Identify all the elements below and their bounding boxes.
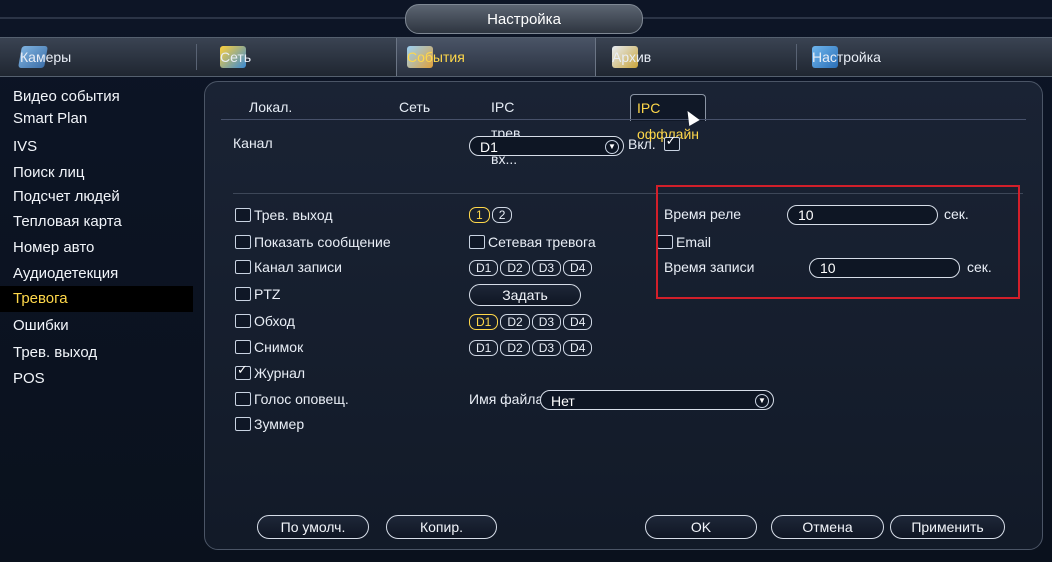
voice-option[interactable]: Голос оповещ.	[235, 391, 349, 407]
sidebar-item-pos[interactable]: POS	[0, 366, 193, 392]
log-checkbox[interactable]	[235, 362, 251, 381]
show-message-checkbox[interactable]	[235, 235, 251, 250]
alarm-out-chips: 12	[469, 206, 514, 224]
tour-chips: D1 D2 D3 D4	[469, 313, 594, 331]
enable-toggle[interactable]: Вкл.	[628, 133, 683, 152]
tab-events[interactable]: События	[396, 38, 596, 76]
alarm-out-chip-1[interactable]: 1	[469, 206, 490, 223]
network-alarm-option[interactable]: Сетевая тревога	[469, 234, 596, 250]
top-nav: Камеры Сеть События Архив Настройка	[0, 37, 1052, 77]
snapshot-chips: D1 D2 D3 D4	[469, 339, 594, 357]
channel-label: Канал	[233, 135, 273, 151]
cancel-button[interactable]: Отмена	[771, 515, 884, 539]
sidebar-item-errors[interactable]: Ошибки	[0, 313, 193, 339]
content-panel	[204, 81, 1043, 550]
tab-archive[interactable]: Архив	[612, 38, 782, 76]
tour-checkbox[interactable]	[235, 314, 251, 329]
tab-separator	[796, 44, 797, 70]
subtab-underline	[221, 119, 1026, 120]
snapshot-chip-d3[interactable]: D3	[531, 339, 562, 356]
buzzer-checkbox[interactable]	[235, 417, 251, 432]
sidebar-item-alarm[interactable]: Тревога	[0, 286, 193, 312]
alarm-out-chip-2[interactable]: 2	[491, 206, 513, 223]
show-message-option[interactable]: Показать сообщение	[235, 234, 391, 250]
app-window: Настройка Камеры Сеть События Архив Наст…	[0, 0, 1052, 562]
alarm-out-checkbox[interactable]	[235, 208, 251, 223]
snapshot-checkbox[interactable]	[235, 340, 251, 355]
record-channel-option[interactable]: Канал записи	[235, 259, 342, 275]
chevron-down-icon: ▼	[605, 140, 619, 154]
filename-label: Имя файла	[469, 391, 544, 407]
tour-chip-d1[interactable]: D1	[469, 313, 499, 330]
ok-button[interactable]: OK	[645, 515, 757, 539]
tab-separator	[196, 44, 197, 70]
copy-button[interactable]: Копир.	[386, 515, 497, 539]
apply-button[interactable]: Применить	[890, 515, 1005, 539]
tour-chip-d2[interactable]: D2	[500, 313, 530, 330]
record-chip-d2[interactable]: D2	[500, 259, 530, 276]
sidebar-item-heat-map[interactable]: Тепловая карта	[0, 209, 193, 235]
channel-select[interactable]: D1 ▼	[469, 136, 624, 156]
snapshot-option[interactable]: Снимок	[235, 339, 303, 355]
enable-checkbox[interactable]	[663, 133, 680, 152]
record-channel-chips: D1 D2 D3 D4	[469, 259, 594, 277]
ptz-option[interactable]: PTZ	[235, 286, 280, 302]
highlight-box	[656, 185, 1020, 299]
sidebar-item-face-search[interactable]: Поиск лиц	[0, 160, 193, 186]
sidebar-item-plate[interactable]: Номер авто	[0, 235, 193, 261]
sidebar-item-ivs[interactable]: IVS	[0, 134, 193, 160]
network-alarm-checkbox[interactable]	[469, 235, 485, 250]
record-chip-d1[interactable]: D1	[469, 259, 499, 276]
record-channel-checkbox[interactable]	[235, 260, 251, 275]
snapshot-chip-d4[interactable]: D4	[563, 339, 593, 356]
log-option[interactable]: Журнал	[235, 362, 305, 381]
tab-network[interactable]: Сеть	[220, 38, 390, 76]
alarm-out-option[interactable]: Трев. выход	[235, 207, 333, 223]
sidebar-item-people-count[interactable]: Подсчет людей	[0, 184, 193, 210]
subtab-network[interactable]: Сеть	[393, 94, 436, 120]
buzzer-option[interactable]: Зуммер	[235, 416, 304, 432]
record-chip-d4[interactable]: D4	[563, 259, 593, 276]
sidebar-item-smart-plan[interactable]: Smart Plan	[0, 106, 193, 132]
window-title: Настройка	[405, 4, 643, 34]
subtab-local[interactable]: Локал.	[243, 94, 298, 120]
ptz-checkbox[interactable]	[235, 287, 251, 302]
tab-cameras[interactable]: Камеры	[18, 38, 190, 76]
tab-settings[interactable]: Настройка	[812, 38, 1012, 76]
tour-option[interactable]: Обход	[235, 313, 295, 329]
voice-checkbox[interactable]	[235, 392, 251, 407]
ptz-set-button[interactable]: Задать	[469, 284, 581, 306]
filename-select[interactable]: Нет ▼	[540, 390, 774, 410]
sidebar: Видео события Smart Plan IVS Поиск лиц П…	[0, 80, 200, 550]
sidebar-item-audio-detection[interactable]: Аудиодетекция	[0, 261, 193, 287]
chevron-down-icon: ▼	[755, 394, 769, 408]
tour-chip-d4[interactable]: D4	[563, 313, 593, 330]
snapshot-chip-d1[interactable]: D1	[469, 339, 499, 356]
tour-chip-d3[interactable]: D3	[531, 313, 562, 330]
record-chip-d3[interactable]: D3	[531, 259, 562, 276]
sidebar-item-alarm-output[interactable]: Трев. выход	[0, 340, 193, 366]
default-button[interactable]: По умолч.	[257, 515, 369, 539]
snapshot-chip-d2[interactable]: D2	[500, 339, 530, 356]
subtab-ipc-alarm-in[interactable]: IPC трев. вх...	[485, 94, 530, 167]
